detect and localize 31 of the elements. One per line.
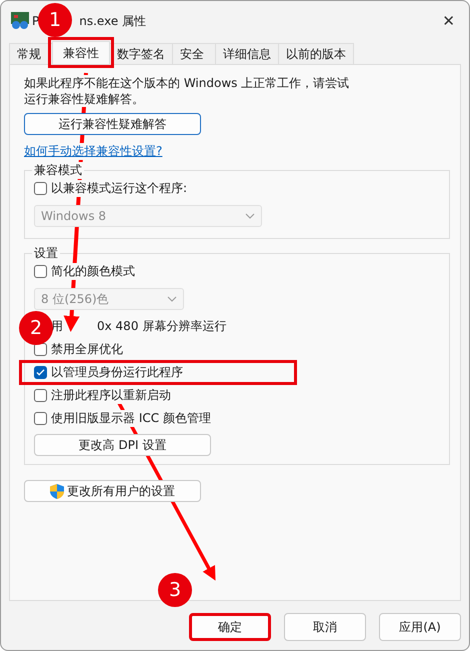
help-link[interactable]: 如何手动选择兼容性设置?	[24, 143, 162, 160]
window-title: ns.exe 属性	[79, 12, 146, 30]
checkbox-label: 0x 480 屏幕分辨率运行	[97, 318, 226, 335]
shield-icon	[50, 484, 64, 498]
tab[interactable]: 以前的版本	[278, 43, 354, 64]
window-title: P	[32, 14, 40, 28]
checkbox[interactable]	[34, 343, 47, 356]
tab[interactable]: 常规	[9, 43, 53, 64]
checkbox[interactable]	[34, 366, 47, 379]
dpi-settings-button[interactable]: 更改高 DPI 设置	[34, 434, 211, 456]
troubleshoot-button[interactable]: 运行兼容性疑难解答	[24, 113, 201, 135]
checkbox[interactable]	[34, 182, 47, 195]
checkbox-label: 禁用全屏优化	[51, 341, 123, 358]
checkbox-label: 使用旧版显示器 ICC 颜色管理	[51, 410, 211, 427]
group-title: 兼容模式	[32, 162, 84, 179]
caret-icon	[245, 213, 255, 219]
checkbox-label: 注册此程序以重新启动	[51, 387, 171, 404]
checkbox[interactable]	[34, 389, 47, 402]
checkbox-label: 简化的颜色模式	[51, 263, 135, 280]
dialog-button[interactable]: 应用(A)	[379, 613, 461, 641]
dialog-button[interactable]: 确定	[189, 613, 271, 641]
checkbox-label: 以管理员身份运行此程序	[51, 364, 183, 381]
dialog-button[interactable]: 取消	[284, 613, 366, 641]
caret-icon	[167, 296, 177, 302]
checkbox[interactable]	[34, 265, 47, 278]
app-icon	[11, 12, 29, 30]
checkbox-label: 以兼容模式运行这个程序:	[51, 180, 188, 197]
step-marker: 1	[38, 3, 72, 37]
checkbox[interactable]	[34, 412, 47, 425]
all-users-settings-button[interactable]: 更改所有用户的设置	[24, 480, 201, 502]
close-button[interactable]: ✕	[442, 12, 459, 30]
